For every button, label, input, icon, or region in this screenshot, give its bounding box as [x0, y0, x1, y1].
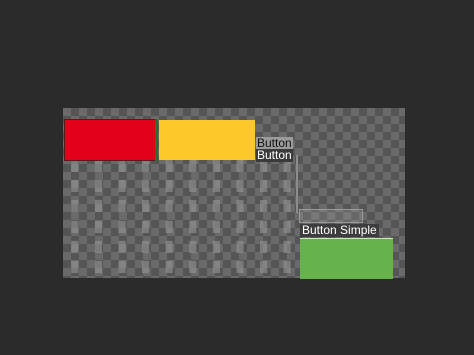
- faint-glyph: █: [189, 241, 197, 253]
- faint-glyph: █: [94, 262, 102, 274]
- selection-box[interactable]: [299, 209, 363, 223]
- faint-glyph: █: [236, 241, 244, 253]
- red-color-swatch[interactable]: [64, 119, 156, 161]
- transparent-canvas: █ █ █ █ █ █ █ █ █ █ █ █ █ █ █ █ █ █ █ █ █ █ █ █ █ █ █ █ █ █ █ █ █ █ █ █ █…: [63, 108, 405, 279]
- faint-glyph: █: [165, 262, 173, 274]
- faint-glyph: █: [142, 262, 150, 274]
- faint-glyph: █: [189, 262, 197, 274]
- faint-glyph: █: [165, 241, 173, 253]
- faint-glyph: █: [212, 221, 220, 233]
- faint-glyph: █: [118, 221, 126, 233]
- faint-glyph: █: [283, 241, 291, 253]
- faint-glyph: █: [165, 201, 173, 213]
- faint-glyph: █: [71, 221, 79, 233]
- button-simple[interactable]: Button Simple: [300, 224, 379, 237]
- faint-glyph: █: [118, 180, 126, 192]
- green-color-swatch[interactable]: [300, 238, 393, 279]
- faint-glyph: █: [283, 221, 291, 233]
- faint-glyph: █: [94, 201, 102, 213]
- faint-glyph: █: [94, 241, 102, 253]
- faint-glyph: █: [165, 180, 173, 192]
- faint-glyph: █: [212, 262, 220, 274]
- faint-glyph: █: [212, 201, 220, 213]
- faint-glyph: █: [142, 241, 150, 253]
- faint-glyph: █: [283, 262, 291, 274]
- faint-glyph: █: [212, 241, 220, 253]
- faint-glyph: █: [118, 201, 126, 213]
- faint-glyph: █: [212, 180, 220, 192]
- faint-glyph: █: [142, 201, 150, 213]
- faint-glyph: █: [189, 221, 197, 233]
- faint-glyph: █: [118, 262, 126, 274]
- faint-glyph: █: [71, 201, 79, 213]
- faint-glyph: █: [236, 262, 244, 274]
- faint-glyph: █: [118, 241, 126, 253]
- faint-glyph: █: [260, 180, 268, 192]
- faint-glyph: █: [236, 221, 244, 233]
- connector-line: [296, 155, 298, 213]
- faint-glyph: █: [71, 262, 79, 274]
- swatch-divider: [155, 119, 158, 161]
- faint-glyph: █: [260, 201, 268, 213]
- faint-glyph: █: [71, 180, 79, 192]
- faint-glyph: █: [189, 201, 197, 213]
- faint-glyph: █: [94, 221, 102, 233]
- faint-glyph: █: [189, 180, 197, 192]
- faint-glyph: █: [142, 221, 150, 233]
- faint-glyph: █: [165, 221, 173, 233]
- yellow-color-swatch[interactable]: [159, 120, 255, 160]
- faint-glyph: █: [260, 221, 268, 233]
- faint-glyph: █: [94, 180, 102, 192]
- faint-glyph: █: [236, 180, 244, 192]
- faint-character-grid: █ █ █ █ █ █ █ █ █ █ █ █ █ █ █ █ █ █ █ █ █ █ █ █ █ █ █ █ █ █ █ █ █ █ █ █ █…: [63, 156, 299, 278]
- faint-glyph: █: [236, 201, 244, 213]
- faint-glyph: █: [71, 241, 79, 253]
- faint-glyph: █: [260, 262, 268, 274]
- faint-glyph: █: [142, 180, 150, 192]
- faint-glyph: █: [260, 241, 268, 253]
- button-2[interactable]: Button: [256, 149, 293, 162]
